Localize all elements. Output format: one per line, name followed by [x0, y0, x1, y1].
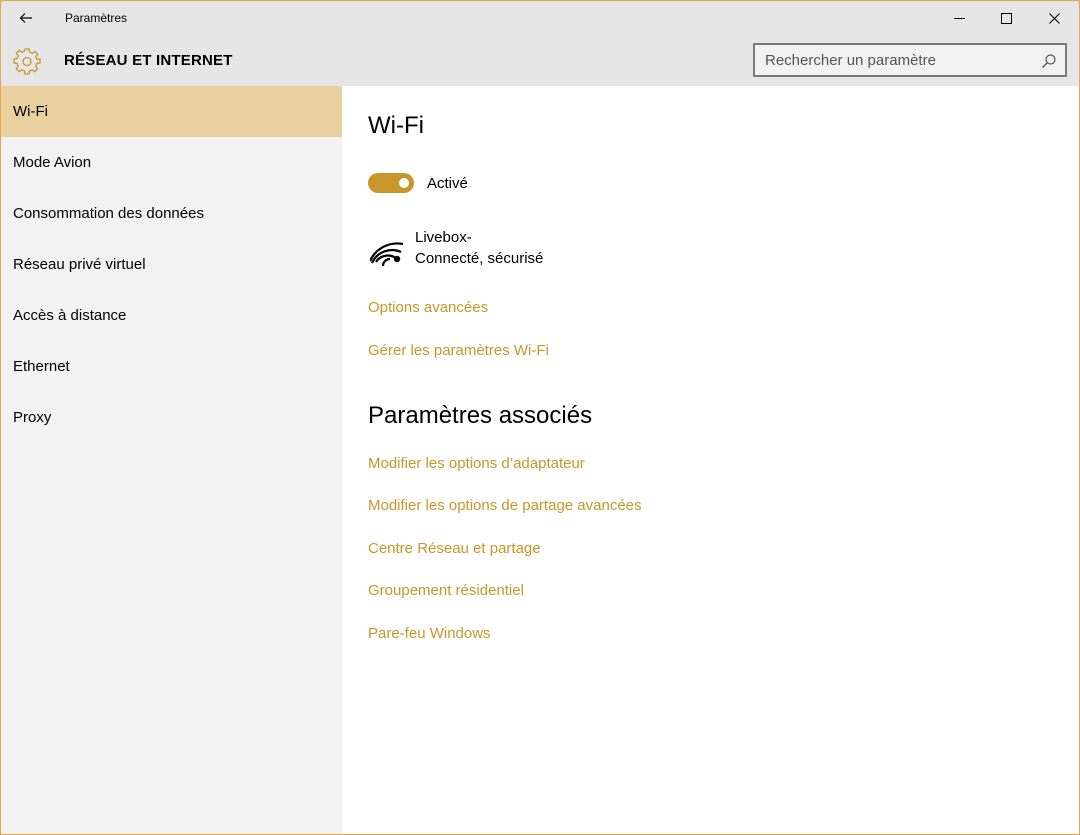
search-icon[interactable]: [1041, 53, 1057, 69]
homegroup-link[interactable]: Groupement résidentiel: [368, 582, 524, 599]
settings-window: Paramètres RÉSEAU ET INTERNET Rechercher…: [0, 0, 1080, 835]
toggle-label: Activé: [427, 175, 468, 192]
sidebar-item-data-usage[interactable]: Consommation des données: [1, 188, 342, 239]
sidebar-item-ethernet[interactable]: Ethernet: [1, 341, 342, 392]
network-sharing-center-link[interactable]: Centre Réseau et partage: [368, 540, 541, 557]
advanced-sharing-link[interactable]: Modifier les options de partage avancées: [368, 497, 642, 514]
wifi-toggle[interactable]: [368, 173, 414, 193]
main-content: Wi-Fi Activé Livebox- Connecté, sécurisé…: [342, 86, 1079, 834]
advanced-options-link[interactable]: Options avancées: [368, 299, 488, 316]
related-settings-title: Paramètres associés: [368, 402, 593, 429]
search-input[interactable]: [765, 49, 1035, 71]
sidebar-nav: Wi-Fi Mode Avion Consommation des donnée…: [1, 86, 342, 834]
network-status: Connecté, sécurisé: [415, 250, 544, 267]
close-icon: [1048, 12, 1060, 24]
manage-wifi-settings-link[interactable]: Gérer les paramètres Wi-Fi: [368, 342, 549, 359]
network-name[interactable]: Livebox-: [415, 229, 472, 246]
section-header: RÉSEAU ET INTERNET: [1, 35, 1079, 86]
sidebar-item-dial-up[interactable]: Accès à distance: [1, 290, 342, 341]
gear-icon: [13, 48, 41, 75]
section-title: RÉSEAU ET INTERNET: [64, 52, 233, 69]
sidebar-item-proxy[interactable]: Proxy: [1, 392, 342, 443]
windows-firewall-link[interactable]: Pare-feu Windows: [368, 625, 491, 642]
search-box[interactable]: [753, 43, 1067, 77]
adapter-options-link[interactable]: Modifier les options d’adaptateur: [368, 455, 585, 472]
sidebar-item-airplane-mode[interactable]: Mode Avion: [1, 137, 342, 188]
page-title: Wi-Fi: [368, 112, 424, 139]
sidebar-item-wifi[interactable]: Wi-Fi: [1, 86, 342, 137]
sidebar-item-vpn[interactable]: Réseau privé virtuel: [1, 239, 342, 290]
maximize-icon: [1000, 12, 1012, 24]
toggle-knob: [399, 178, 409, 188]
app-title: Paramètres: [65, 11, 128, 25]
back-arrow-icon: [19, 13, 32, 23]
back-button[interactable]: [9, 3, 43, 33]
title-bar: Paramètres: [1, 1, 1079, 35]
minimize-icon: [953, 17, 965, 19]
minimize-button[interactable]: [936, 1, 982, 35]
wifi-signal-icon: [370, 242, 404, 266]
maximize-button[interactable]: [983, 1, 1029, 35]
close-button[interactable]: [1031, 1, 1077, 35]
